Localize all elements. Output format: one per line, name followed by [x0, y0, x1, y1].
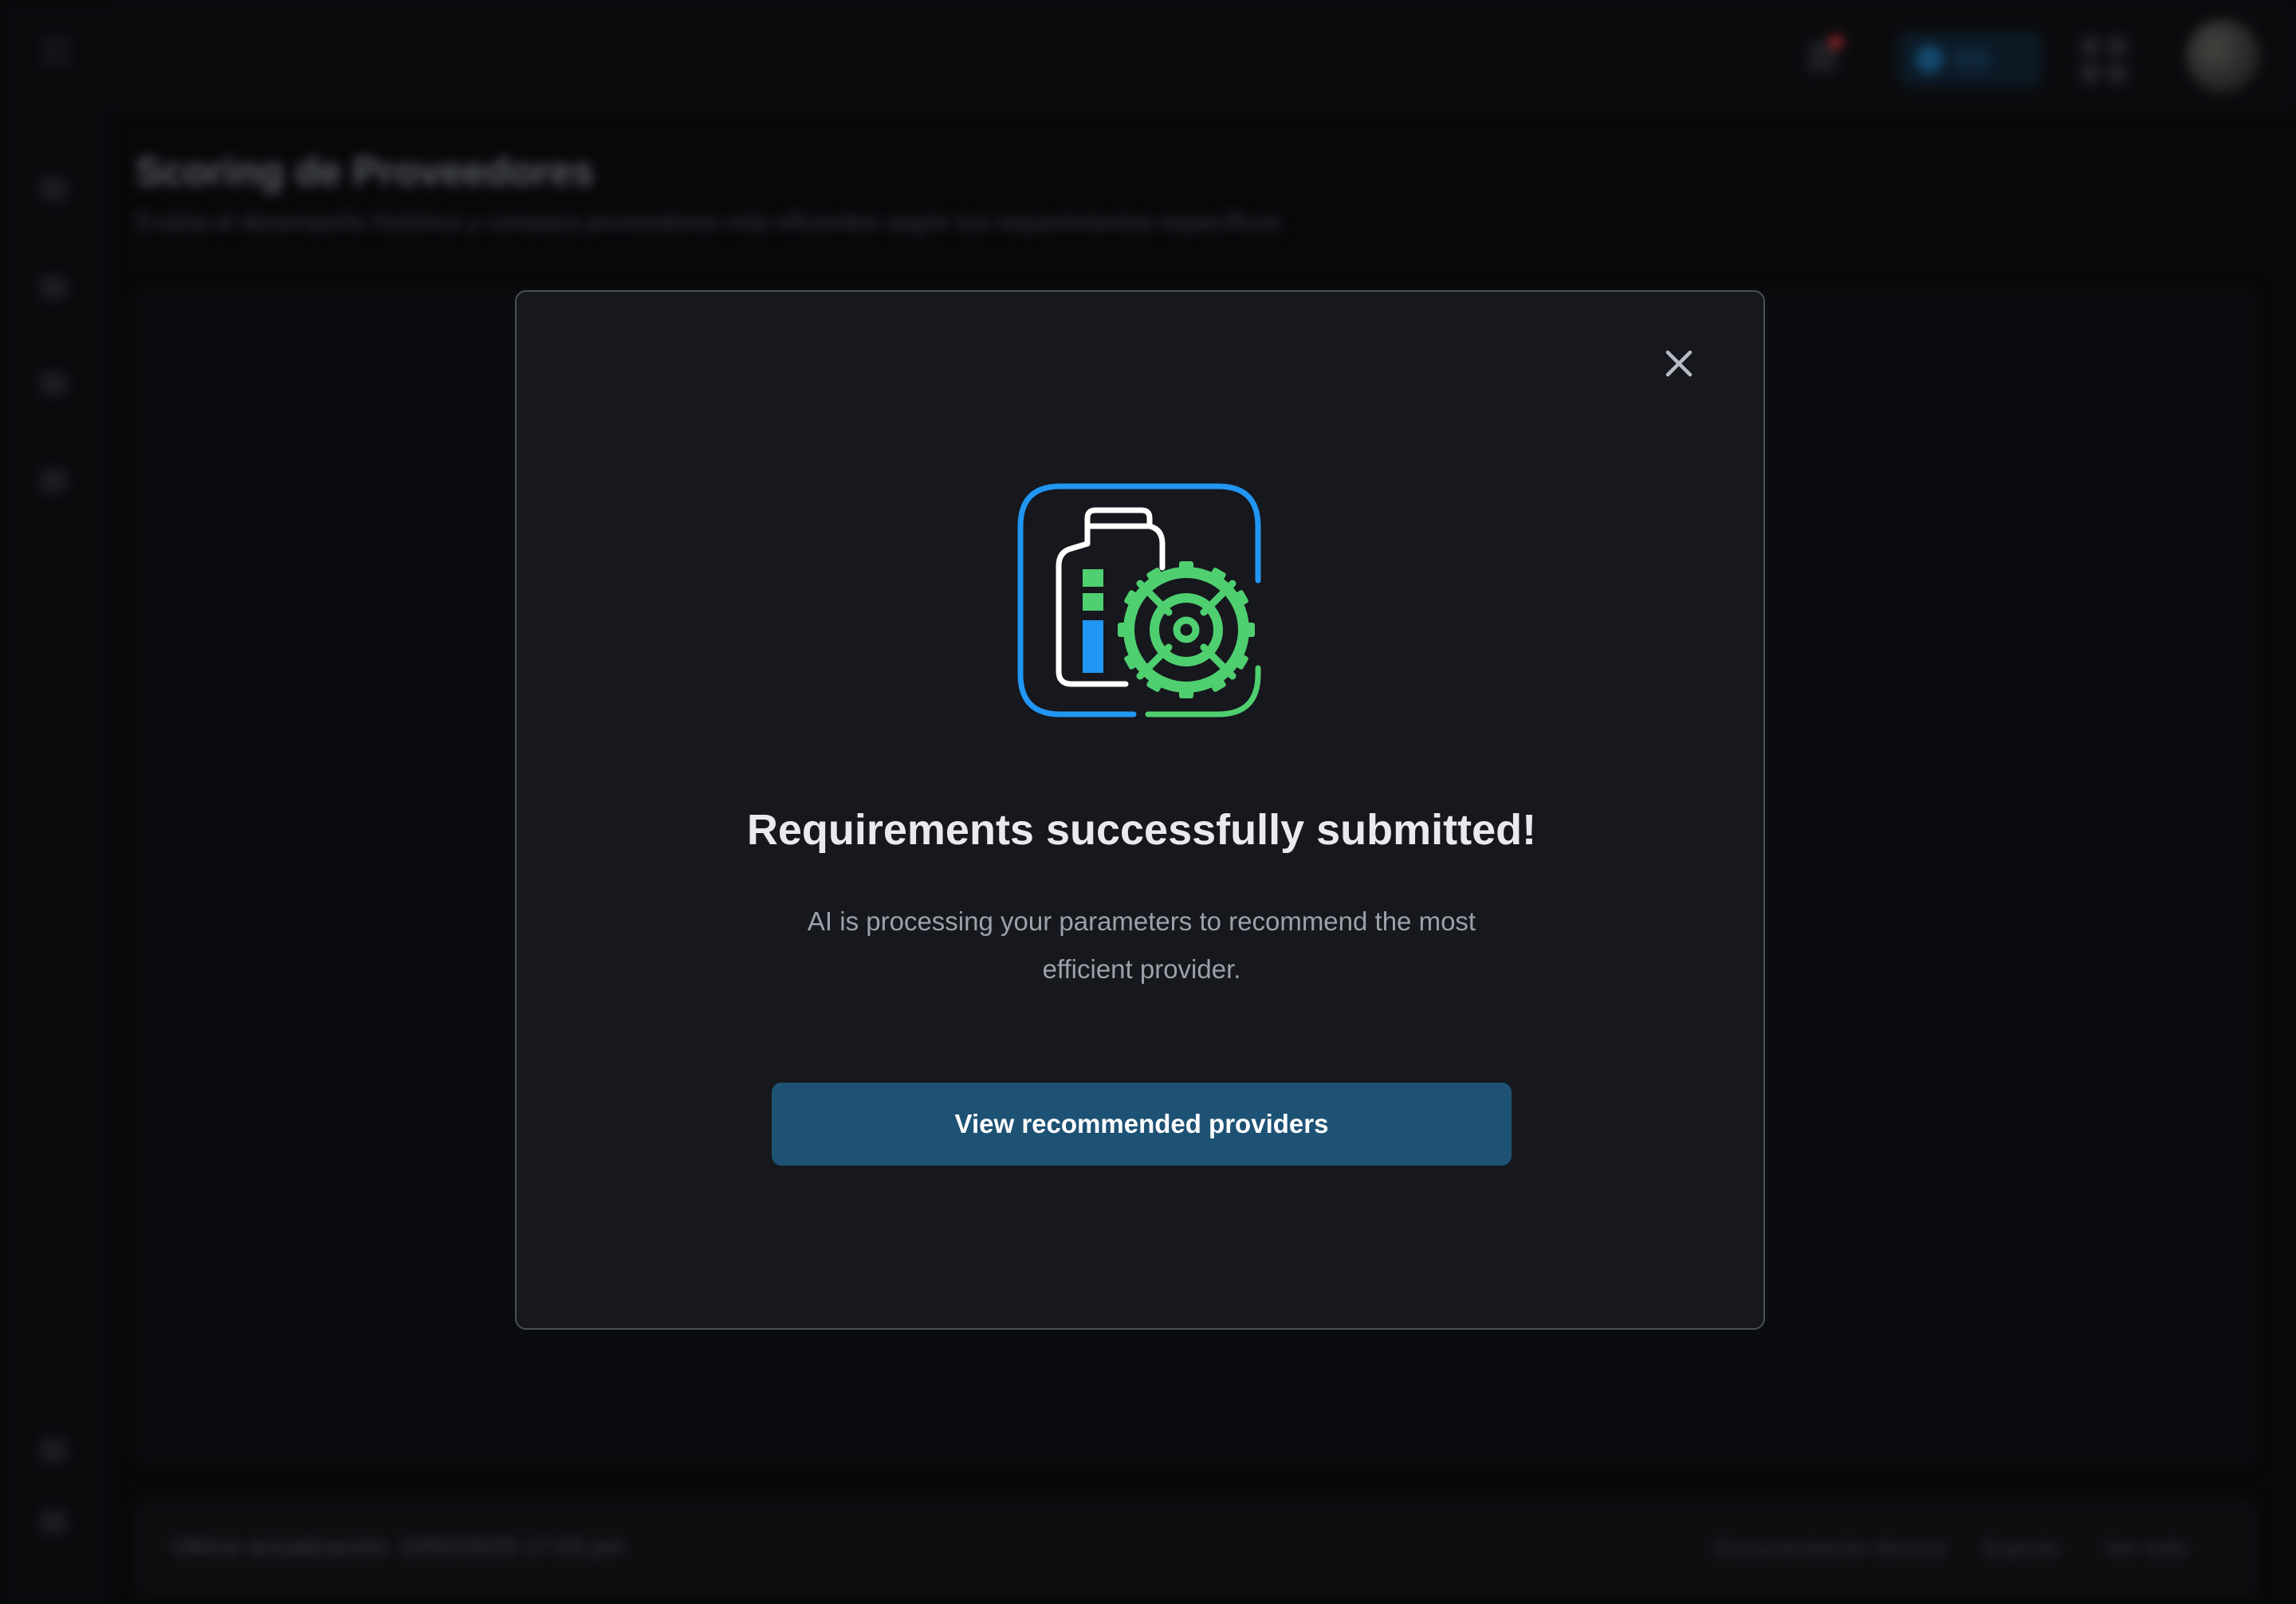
- modal-message: AI is processing your parameters to reco…: [807, 906, 1476, 984]
- modal-title: Requirements successfully submitted!: [746, 806, 1537, 854]
- close-icon: [1665, 350, 1693, 377]
- view-recommended-providers-button[interactable]: View recommended providers: [772, 1083, 1512, 1166]
- app-root: ES Scoring de Proveedores Evalúa el dese…: [0, 0, 2296, 1604]
- close-button[interactable]: [1658, 343, 1700, 384]
- success-modal: Requirements successfully submitted! AI …: [515, 290, 1765, 1330]
- clipboard-gear-icon: [1017, 483, 1261, 717]
